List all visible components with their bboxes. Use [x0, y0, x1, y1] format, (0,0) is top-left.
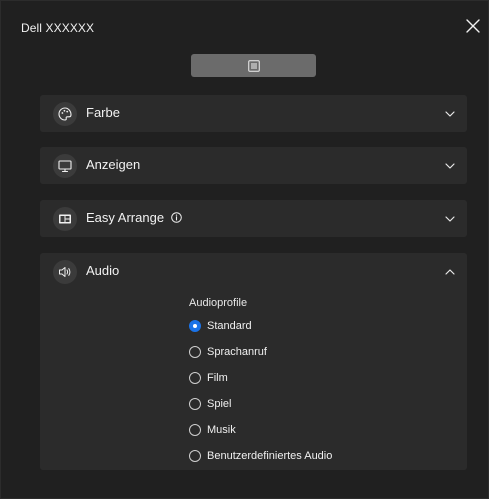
document-list-icon	[247, 59, 260, 72]
section-easy-arrange-header[interactable]: Easy Arrange	[40, 200, 467, 237]
radio-button-checked[interactable]	[189, 320, 201, 332]
section-display-header[interactable]: Anzeigen	[40, 147, 467, 184]
info-icon[interactable]	[171, 212, 182, 223]
section-easy-arrange-label: Easy Arrange	[86, 210, 182, 225]
radio-standard[interactable]: Standard	[189, 317, 252, 335]
radio-music[interactable]: Musik	[189, 421, 236, 439]
radio-button[interactable]	[189, 372, 201, 384]
radio-movie[interactable]: Film	[189, 369, 228, 387]
radio-button[interactable]	[189, 398, 201, 410]
section-color-label: Farbe	[86, 105, 120, 120]
app-window: Dell XXXXXX Farbe Anzeigen Easy Arrange …	[0, 0, 489, 499]
radio-label: Benutzerdefiniertes Audio	[207, 450, 333, 462]
section-audio: Audio Audioprofile Standard Sprachanruf …	[40, 253, 467, 470]
radio-label: Film	[207, 372, 228, 384]
audio-profiles-panel: Audioprofile Standard Sprachanruf Film S…	[40, 290, 467, 470]
palette-icon	[53, 102, 77, 126]
section-display-label: Anzeigen	[86, 157, 141, 172]
radio-label: Spiel	[207, 398, 232, 410]
audio-profiles-title: Audioprofile	[189, 297, 248, 309]
chevron-down-icon	[445, 111, 455, 117]
radio-label: Standard	[207, 320, 252, 332]
menu-toggle-button[interactable]	[191, 54, 316, 77]
radio-game[interactable]: Spiel	[189, 395, 231, 413]
radio-button[interactable]	[189, 424, 201, 436]
chevron-down-icon	[445, 163, 455, 169]
section-display: Anzeigen	[40, 147, 467, 184]
section-color: Farbe	[40, 95, 467, 132]
speaker-icon	[53, 260, 77, 284]
monitor-icon	[53, 154, 77, 178]
layout-icon	[53, 207, 77, 231]
chevron-down-icon	[445, 216, 455, 222]
close-icon	[466, 19, 480, 33]
radio-button[interactable]	[189, 346, 201, 358]
section-audio-header[interactable]: Audio	[40, 253, 467, 290]
radio-label: Musik	[207, 424, 236, 436]
section-easy-arrange: Easy Arrange	[40, 200, 467, 237]
radio-custom-audio[interactable]: Benutzerdefiniertes Audio	[189, 447, 332, 465]
close-button[interactable]	[462, 15, 484, 37]
radio-voice-call[interactable]: Sprachanruf	[189, 343, 267, 361]
radio-button[interactable]	[189, 450, 201, 462]
section-color-header[interactable]: Farbe	[40, 95, 467, 132]
chevron-up-icon	[445, 269, 455, 275]
section-audio-label: Audio	[86, 263, 120, 278]
radio-label: Sprachanruf	[207, 346, 267, 358]
window-title: Dell XXXXXX	[21, 21, 95, 35]
